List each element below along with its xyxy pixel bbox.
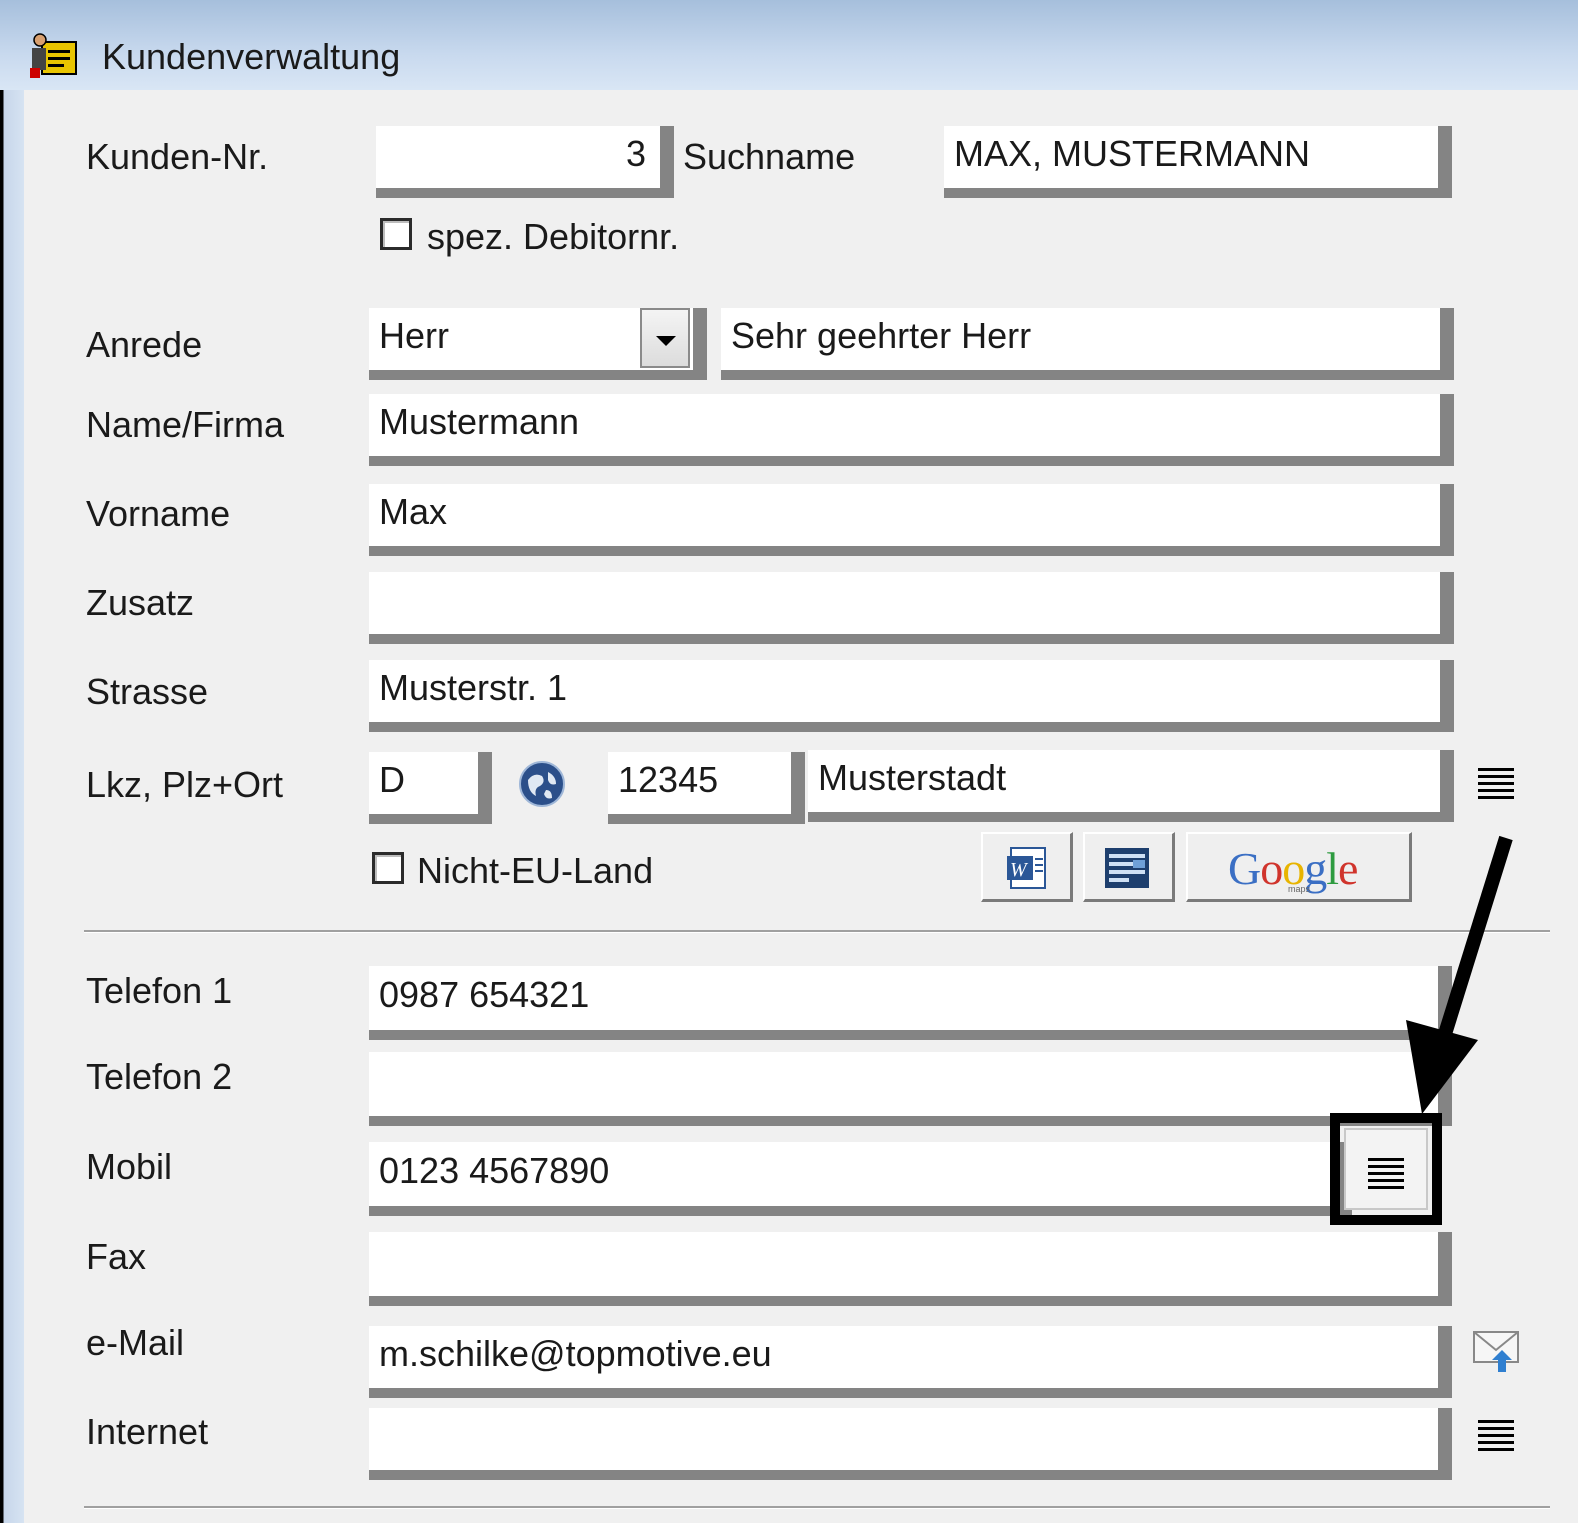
internet-label: Internet	[86, 1411, 209, 1452]
zusatz-field[interactable]	[369, 572, 1454, 644]
ort-value: Musterstadt	[818, 757, 1007, 798]
ort-field[interactable]: Musterstadt	[808, 750, 1454, 822]
vorname-label: Vorname	[86, 493, 231, 534]
window-title: Kundenverwaltung	[102, 36, 401, 77]
briefanrede-field[interactable]: Sehr geehrter Herr	[721, 308, 1454, 380]
mobil-value: 0123 4567890	[379, 1150, 610, 1191]
telefon1-value: 0987 654321	[379, 974, 590, 1015]
nicht-eu-checkbox[interactable]	[372, 852, 404, 884]
email-field[interactable]: m.schilke@topmotive.eu	[369, 1326, 1452, 1398]
table-icon	[1105, 848, 1149, 888]
email-label: e-Mail	[86, 1322, 185, 1363]
globe-icon[interactable]	[518, 760, 566, 808]
window-right-border	[1564, 90, 1578, 1523]
anrede-label: Anrede	[86, 324, 203, 365]
table-button[interactable]	[1083, 832, 1175, 902]
telefon2-field[interactable]	[369, 1052, 1452, 1126]
title-bar: Kundenverwaltung	[0, 0, 1578, 90]
internet-field[interactable]	[369, 1408, 1452, 1480]
bottom-divider	[84, 1506, 1550, 1509]
fax-label: Fax	[86, 1236, 147, 1277]
google-maps-button[interactable]: Google maps	[1186, 832, 1412, 902]
window-left-border	[0, 90, 24, 1523]
vorname-value: Max	[379, 491, 448, 532]
word-icon: W	[1007, 847, 1046, 889]
anrede-dropdown-button[interactable]	[640, 308, 690, 368]
kundennr-label: Kunden-Nr.	[86, 136, 269, 177]
strasse-field[interactable]: Musterstr. 1	[369, 660, 1454, 732]
fax-field[interactable]	[369, 1232, 1452, 1306]
vorname-field[interactable]: Max	[369, 484, 1454, 556]
suchname-label: Suchname	[683, 136, 856, 177]
arrow-annotation	[1406, 835, 1513, 1114]
send-mail-icon[interactable]	[1472, 1328, 1522, 1376]
kundennr-field[interactable]: 3	[376, 126, 674, 198]
suchname-value: MAX, MUSTERMANN	[954, 133, 1311, 174]
strasse-label: Strasse	[86, 671, 209, 712]
mobil-label: Mobil	[86, 1146, 173, 1187]
plz-field[interactable]: 12345	[608, 752, 805, 824]
telefon1-field[interactable]: 0987 654321	[369, 966, 1452, 1040]
spez-debitor-checkbox[interactable]	[380, 218, 412, 250]
name-field[interactable]: Mustermann	[369, 394, 1454, 466]
zusatz-label: Zusatz	[86, 582, 195, 623]
name-value: Mustermann	[379, 401, 580, 442]
spez-debitor-label: spez. Debitornr.	[427, 216, 680, 257]
app-icon	[30, 33, 77, 78]
plz-value: 12345	[618, 759, 719, 800]
nicht-eu-label: Nicht-EU-Land	[417, 850, 654, 891]
google-maps-sublabel: maps	[1288, 884, 1311, 894]
kundennr-value: 3	[625, 133, 646, 174]
highlight-box	[1330, 1113, 1442, 1225]
section-divider	[84, 930, 1550, 933]
word-button[interactable]: W	[981, 832, 1073, 902]
telefon1-label: Telefon 1	[86, 970, 233, 1011]
briefanrede-value: Sehr geehrter Herr	[731, 315, 1032, 356]
internet-list-icon[interactable]	[1478, 1420, 1514, 1454]
strasse-value: Musterstr. 1	[379, 667, 568, 708]
lkz-value: D	[379, 759, 405, 800]
svg-text:W: W	[1010, 859, 1029, 881]
email-value: m.schilke@topmotive.eu	[379, 1333, 772, 1374]
suchname-field[interactable]: MAX, MUSTERMANN	[944, 126, 1452, 198]
anrede-value: Herr	[379, 315, 449, 356]
ort-list-icon[interactable]	[1478, 768, 1514, 802]
telefon2-label: Telefon 2	[86, 1056, 233, 1097]
name-label: Name/Firma	[86, 404, 285, 445]
ort-label: Lkz, Plz+Ort	[86, 764, 284, 805]
mobil-field[interactable]: 0123 4567890	[369, 1142, 1352, 1216]
lkz-field[interactable]: D	[369, 752, 492, 824]
